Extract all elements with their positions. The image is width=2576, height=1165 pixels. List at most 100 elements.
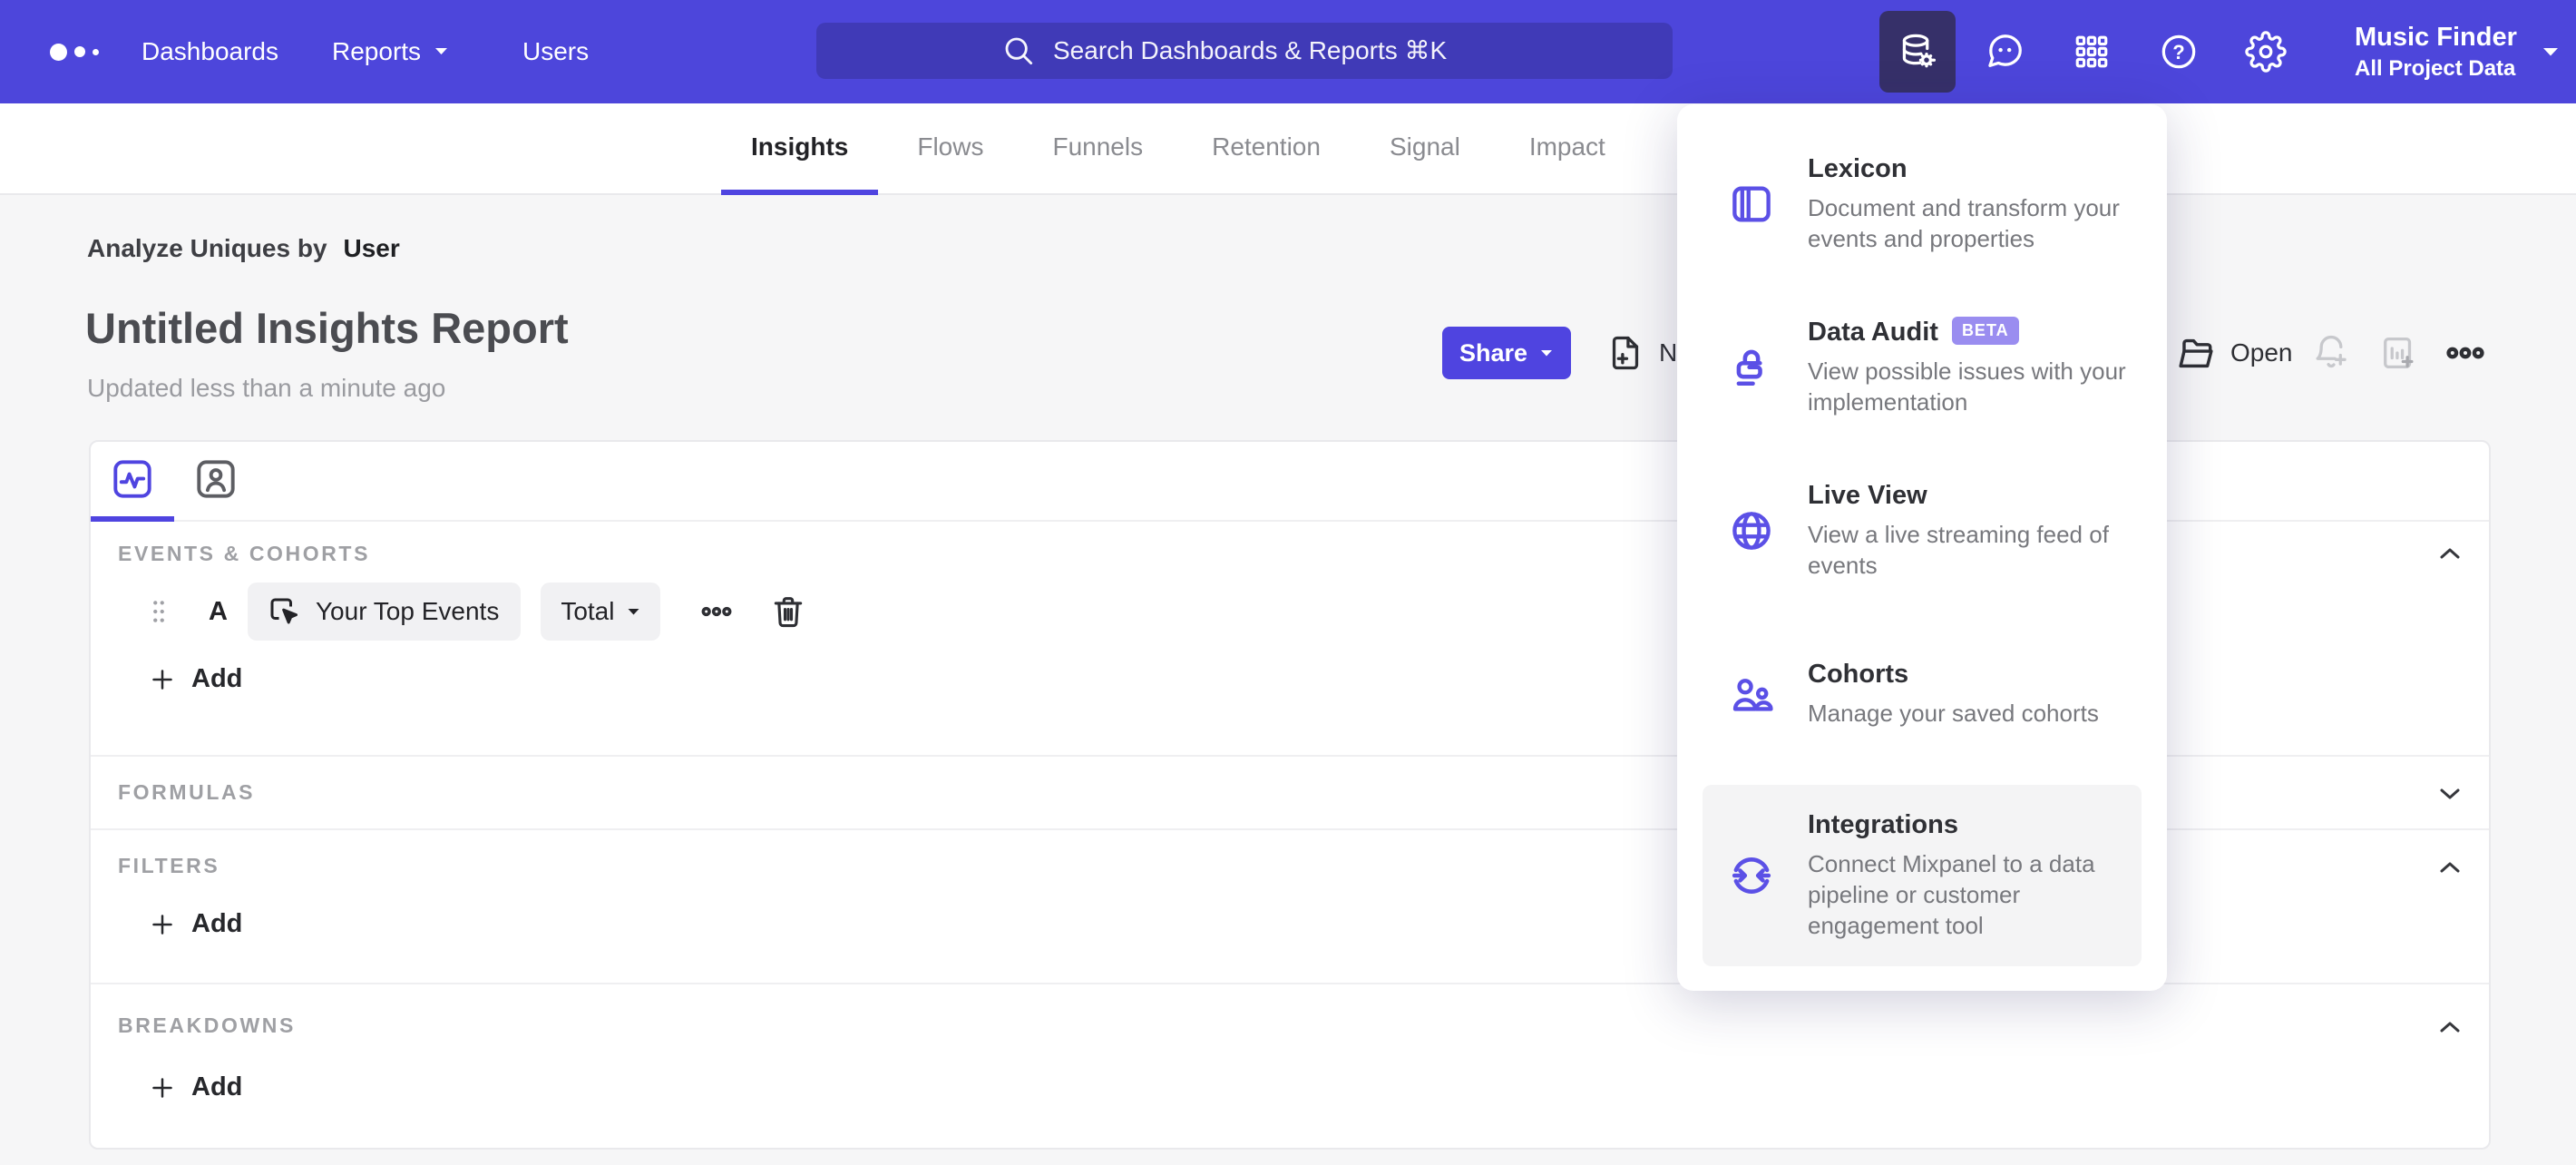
add-to-dashboard-button[interactable] xyxy=(2378,333,2418,373)
add-label: Add xyxy=(191,1072,243,1101)
database-gear-icon xyxy=(1897,31,1938,73)
search-icon xyxy=(1000,33,1037,69)
chevron-down-icon xyxy=(434,46,449,57)
person-card-icon xyxy=(192,455,239,503)
help-button[interactable]: ? xyxy=(2141,11,2217,93)
data-management-menu: Lexicon Document and transform your even… xyxy=(1677,104,2167,991)
menu-item-title: Integrations xyxy=(1808,809,1958,839)
tab-flows[interactable]: Flows xyxy=(887,103,1013,195)
menu-item-description: View possible issues with your implement… xyxy=(1808,357,2126,416)
apps-grid-button[interactable] xyxy=(2054,11,2130,93)
chevron-down-icon xyxy=(2541,45,2561,59)
analyze-uniques-row: Analyze Uniques by User xyxy=(87,234,400,263)
gear-icon xyxy=(2245,31,2287,73)
profiles-view-tab[interactable] xyxy=(174,442,258,522)
lock-audit-icon xyxy=(1728,344,1775,391)
globe-icon xyxy=(1728,507,1775,554)
tab-label: Funnels xyxy=(1052,132,1144,161)
chevron-down-icon xyxy=(627,607,640,617)
nav-users[interactable]: Users xyxy=(522,0,589,103)
add-breakdown-button[interactable]: Add xyxy=(149,1072,242,1102)
nav-reports-label: Reports xyxy=(332,37,422,65)
open-report-button[interactable]: Open xyxy=(2175,327,2293,379)
feedback-button[interactable] xyxy=(1966,11,2043,93)
menu-item-integrations[interactable]: Integrations Connect Mixpanel to a data … xyxy=(1703,785,2142,966)
menu-item-description: Document and transform your events and p… xyxy=(1808,193,2120,252)
topbar-icon-group: ? xyxy=(1879,11,2304,93)
menu-item-title: Live View xyxy=(1808,480,1927,510)
svg-text:?: ? xyxy=(2172,41,2184,64)
beta-badge: BETA xyxy=(1951,316,2019,345)
chevron-down-icon xyxy=(1539,348,1554,358)
menu-item-title: Lexicon xyxy=(1808,153,1908,183)
menu-item-data-audit[interactable]: Data Audit BETA View possible issues wit… xyxy=(1677,286,2167,449)
project-name: Music Finder xyxy=(2355,22,2517,52)
tab-label: Impact xyxy=(1528,132,1605,161)
tab-funnels[interactable]: Funnels xyxy=(1022,103,1173,195)
sync-arrows-icon xyxy=(1728,852,1775,899)
menu-item-description: View a live streaming feed of events xyxy=(1808,520,2109,579)
menu-item-description: Manage your saved cohorts xyxy=(1808,699,2099,727)
collapse-section-button[interactable] xyxy=(2435,538,2465,569)
event-selector[interactable]: Your Top Events xyxy=(247,582,522,641)
tab-insights[interactable]: Insights xyxy=(721,103,879,195)
add-label: Add xyxy=(191,664,243,693)
add-alert-button[interactable] xyxy=(2311,333,2351,373)
mixpanel-logo-icon[interactable] xyxy=(50,0,99,103)
global-search-bar[interactable] xyxy=(816,23,1673,79)
add-filter-button[interactable]: Add xyxy=(149,909,242,939)
project-scope: All Project Data xyxy=(2355,55,2516,81)
nav-dashboards[interactable]: Dashboards xyxy=(141,0,278,103)
share-button[interactable]: Share xyxy=(1442,327,1571,379)
search-input[interactable] xyxy=(1053,36,1488,65)
tab-label: Insights xyxy=(751,132,849,161)
events-view-tab[interactable] xyxy=(91,442,174,522)
menu-item-title: Data Audit xyxy=(1808,317,1938,347)
add-event-button[interactable]: Add xyxy=(149,664,242,694)
help-icon: ? xyxy=(2158,31,2200,73)
project-selector[interactable]: Music Finder All Project Data xyxy=(2355,0,2561,103)
report-actions: Share New Open xyxy=(0,327,2576,379)
analyze-entity-selector[interactable]: User xyxy=(344,234,400,263)
menu-item-cohorts[interactable]: Cohorts Manage your saved cohorts xyxy=(1677,612,2167,776)
add-label: Add xyxy=(191,909,243,938)
plus-icon xyxy=(149,666,176,693)
expand-section-button[interactable] xyxy=(2435,778,2465,809)
mixpanel-app: Dashboards Reports Users Search Dashboar… xyxy=(0,0,2576,1165)
nav-dashboards-label: Dashboards xyxy=(141,37,278,65)
tab-retention[interactable]: Retention xyxy=(1182,103,1351,195)
collapse-section-button[interactable] xyxy=(2435,852,2465,883)
more-options-button[interactable] xyxy=(2445,333,2485,373)
section-breakdowns: BREAKDOWNS Add xyxy=(91,983,2489,1146)
settings-button[interactable] xyxy=(2228,11,2304,93)
menu-item-description: Connect Mixpanel to a data pipeline or c… xyxy=(1808,849,2095,940)
tab-impact[interactable]: Impact xyxy=(1499,103,1635,195)
drag-handle[interactable] xyxy=(149,598,169,625)
collapse-section-button[interactable] xyxy=(2435,1012,2465,1043)
tab-label: Flows xyxy=(917,132,984,161)
section-header: FORMULAS xyxy=(118,780,256,804)
menu-item-lexicon[interactable]: Lexicon Document and transform your even… xyxy=(1677,122,2167,286)
menu-item-live-view[interactable]: Live View View a live streaming feed of … xyxy=(1677,449,2167,612)
tab-signal[interactable]: Signal xyxy=(1360,103,1490,195)
open-label: Open xyxy=(2230,338,2293,367)
bell-plus-icon xyxy=(2311,333,2351,373)
plus-icon xyxy=(149,911,176,938)
event-row-more-button[interactable] xyxy=(698,593,735,630)
aggregation-selector[interactable]: Total xyxy=(541,582,661,641)
menu-item-title: Cohorts xyxy=(1808,659,1909,689)
cohorts-people-icon xyxy=(1728,671,1775,718)
tab-label: Signal xyxy=(1389,132,1460,161)
feedback-bubble-icon xyxy=(1984,31,2025,73)
delete-event-button[interactable] xyxy=(769,592,807,631)
plus-icon xyxy=(149,1074,176,1101)
event-cursor-icon xyxy=(266,593,302,630)
data-management-button[interactable] xyxy=(1879,11,1956,93)
analyze-label: Analyze Uniques by xyxy=(87,234,327,262)
nav-reports[interactable]: Reports xyxy=(332,0,449,103)
lexicon-book-icon xyxy=(1728,181,1775,228)
folder-open-icon xyxy=(2175,332,2217,374)
nav-users-label: Users xyxy=(522,37,590,65)
chart-plus-icon xyxy=(2378,333,2418,373)
document-plus-icon xyxy=(1605,333,1645,373)
